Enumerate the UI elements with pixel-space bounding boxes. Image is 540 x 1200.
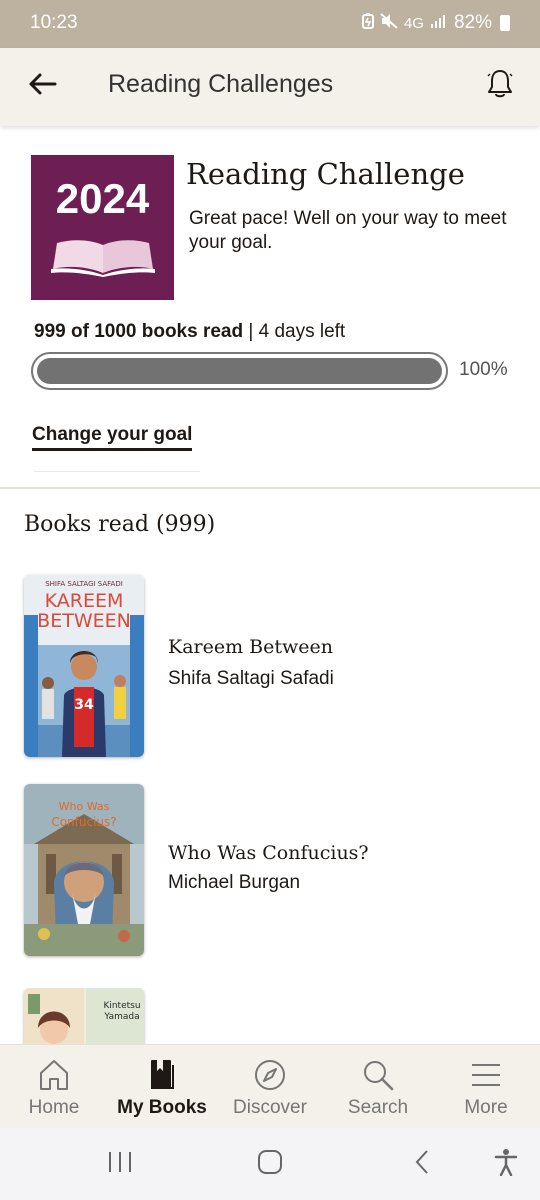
status-time: 10:23 <box>30 12 78 33</box>
battery-icon <box>500 15 510 31</box>
challenge-badge: 2024 <box>31 155 174 300</box>
battery-saver-icon <box>361 13 374 33</box>
cover-title-line-1: Kintetsu <box>103 1001 140 1011</box>
accessibility-icon <box>493 1148 519 1181</box>
cover-number: 34 <box>74 697 94 713</box>
challenge-subtitle: Great pace! Well on your way to meet you… <box>189 208 507 253</box>
recents-icon <box>107 1150 133 1179</box>
bell-icon <box>486 68 514 105</box>
nav-discover[interactable]: Discover <box>216 1045 324 1129</box>
nav-more[interactable]: More <box>432 1045 540 1129</box>
divider-faint <box>34 471 200 472</box>
nav-search[interactable]: Search <box>324 1045 432 1129</box>
nav-label: More <box>464 1097 508 1118</box>
book-icon <box>144 1057 180 1093</box>
home-circle-icon <box>257 1149 283 1180</box>
compass-icon <box>252 1057 288 1093</box>
back-button[interactable] <box>22 66 62 106</box>
home-system-button[interactable] <box>250 1146 290 1182</box>
challenge-year: 2024 <box>55 175 150 222</box>
cover-title-line-2: Yamada <box>103 1012 139 1022</box>
progress-summary: 999 of 1000 books read | 4 days left <box>34 321 345 343</box>
cover-title-line-1: KAREEM <box>45 590 124 612</box>
bottom-nav: Home My Books Discover Search More <box>0 1044 540 1128</box>
cover-title-line-2: Confucius? <box>51 815 116 829</box>
back-system-button[interactable] <box>402 1146 442 1182</box>
book-cover[interactable]: 34 SHIFA SALTAGI SAFADI KAREEM BETWEEN <box>24 575 144 757</box>
book-list-item[interactable]: 34 SHIFA SALTAGI SAFADI KAREEM BETWEEN K… <box>0 575 540 757</box>
cover-title-line-2: BETWEEN <box>37 610 131 632</box>
book-list-item[interactable]: Kintetsu Yamada <box>0 988 540 1044</box>
menu-icon <box>468 1057 504 1093</box>
book-author[interactable]: Shifa Saltagi Safadi <box>168 668 334 690</box>
nav-label: Home <box>28 1097 80 1118</box>
progress-percent: 100% <box>459 359 508 380</box>
status-bar: 10:23 4G 82% <box>0 0 540 48</box>
recents-button[interactable] <box>100 1146 140 1182</box>
change-goal-link[interactable]: Change your goal <box>32 424 193 451</box>
challenge-title: Reading Challenge <box>186 157 465 191</box>
cover-author: SHIFA SALTAGI SAFADI <box>45 580 123 588</box>
progress-bar-fill <box>37 358 442 384</box>
book-author[interactable]: Michael Burgan <box>168 872 300 894</box>
books-read-heading: Books read (999) <box>24 512 216 537</box>
books-read-count: 999 of 1000 books read <box>34 321 244 342</box>
cover-title-line-1: Who Was <box>59 800 110 813</box>
arrow-left-icon <box>27 72 57 101</box>
book-cover[interactable]: Who Was Confucius? <box>24 784 144 956</box>
book-cover[interactable]: Kintetsu Yamada <box>24 988 144 1044</box>
progress-bar <box>31 352 448 390</box>
book-list-item[interactable]: Who Was Confucius? Who Was Confucius? Mi… <box>0 784 540 956</box>
section-divider <box>0 487 540 489</box>
days-left: | 4 days left <box>243 321 346 342</box>
mute-icon <box>380 13 398 33</box>
status-icons: 4G 82% <box>361 12 510 34</box>
book-title[interactable]: Who Was Confucius? <box>168 842 369 864</box>
accessibility-button[interactable] <box>486 1146 526 1182</box>
open-book-icon <box>49 237 157 282</box>
nav-label: Discover <box>233 1097 307 1118</box>
book-title[interactable]: Kareem Between <box>168 636 333 658</box>
home-icon <box>36 1057 72 1093</box>
signal-icon <box>430 13 448 33</box>
search-icon <box>360 1057 396 1093</box>
system-nav-bar <box>0 1128 540 1200</box>
page-title: Reading Challenges <box>108 70 334 98</box>
nav-home[interactable]: Home <box>0 1045 108 1129</box>
nav-label: My Books <box>117 1097 207 1118</box>
app-bar: Reading Challenges <box>0 48 540 126</box>
chevron-left-icon <box>412 1149 432 1180</box>
notifications-button[interactable] <box>478 64 522 108</box>
network-label: 4G <box>403 14 424 32</box>
nav-label: Search <box>347 1097 409 1118</box>
battery-percent: 82% <box>453 12 492 33</box>
nav-my-books[interactable]: My Books <box>108 1045 216 1129</box>
